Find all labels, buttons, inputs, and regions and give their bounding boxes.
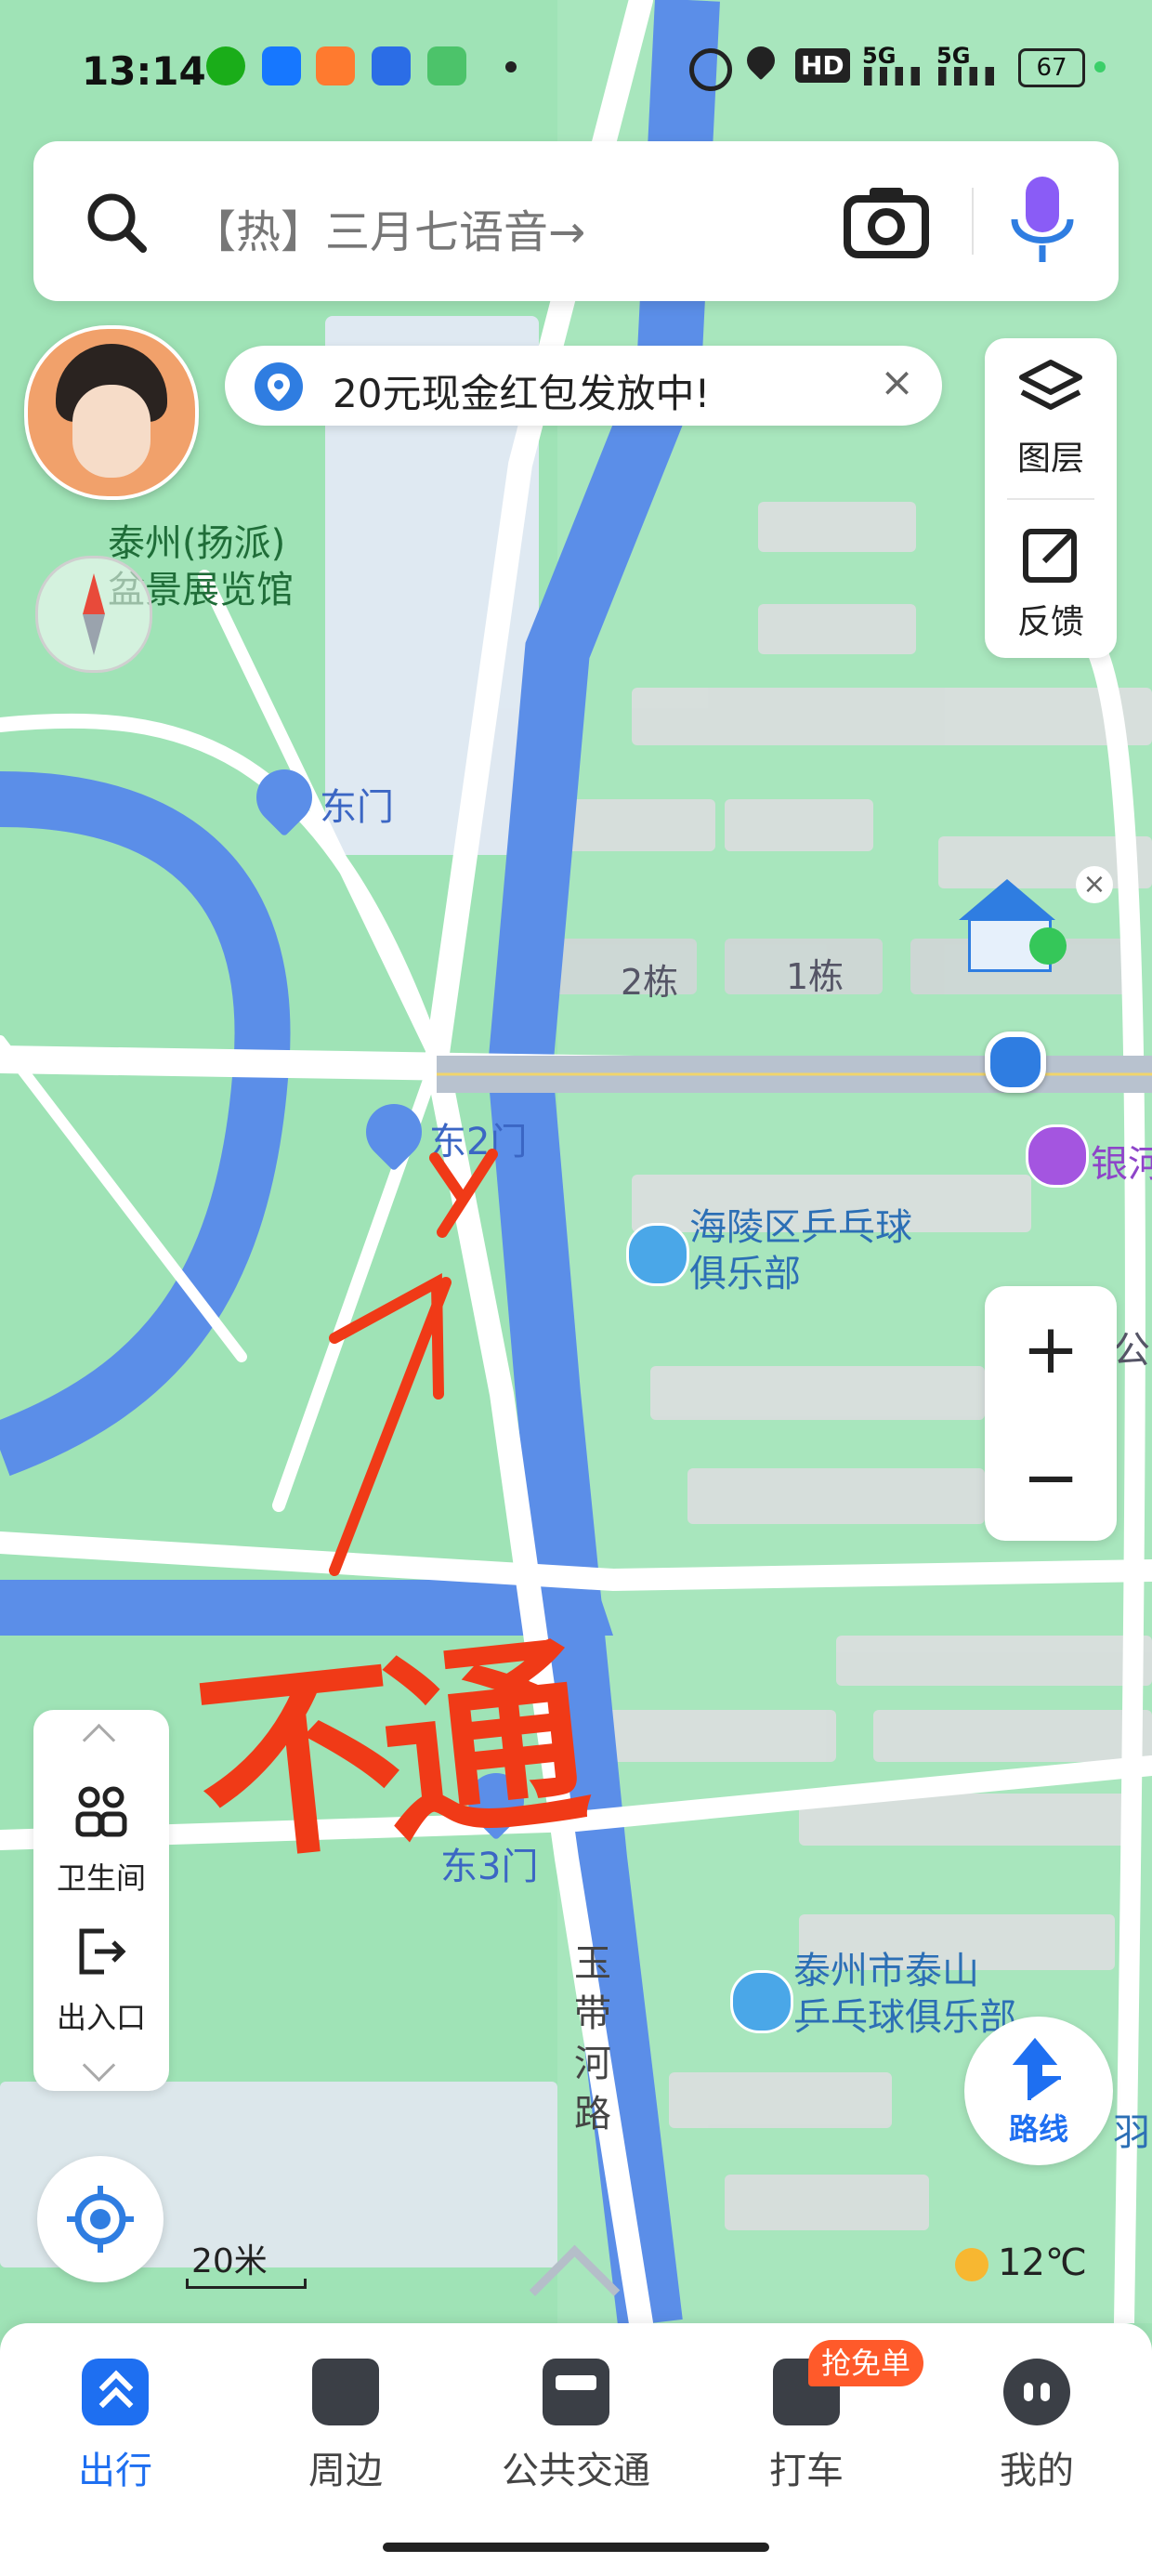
wechat-icon	[206, 46, 245, 85]
locate-button[interactable]	[37, 2156, 164, 2282]
feedback-button[interactable]: 反馈	[985, 502, 1117, 658]
toilet-label: 卫生间	[56, 1860, 146, 1896]
crosshair-icon	[67, 2186, 134, 2253]
facility-filter-panel: 卫生间 出入口	[33, 1710, 169, 2091]
signal-bars-icon	[864, 67, 920, 85]
sun-icon	[955, 2248, 988, 2281]
alipay-icon	[262, 46, 301, 85]
tab-nearby[interactable]: 周边	[230, 2323, 461, 2509]
promo-banner[interactable]: 20元现金红包发放中! ×	[225, 346, 942, 426]
compass-icon[interactable]	[35, 556, 152, 673]
clock: 13:14	[82, 48, 206, 94]
camera-icon[interactable]	[844, 184, 929, 258]
annotation-text: 不通	[185, 1616, 581, 1893]
location-icon	[740, 40, 781, 81]
tab-travel[interactable]: 出行	[0, 2323, 230, 2509]
tab-label: 公共交通	[502, 2450, 650, 2492]
avatar[interactable]	[24, 325, 199, 500]
microphone-icon[interactable]	[1005, 173, 1080, 269]
meituan-icon	[316, 46, 355, 85]
tab-label: 出行	[78, 2450, 152, 2492]
signal-5g-label: 5G	[936, 43, 971, 69]
hd-badge: HD	[795, 48, 850, 83]
promo-badge: 抢免单	[808, 2340, 924, 2386]
close-icon[interactable]: ×	[880, 359, 914, 406]
map-scale-label: 20米	[191, 2242, 268, 2280]
entrance-label: 出入口	[56, 2000, 146, 2035]
temperature: 12℃	[998, 2241, 1087, 2284]
route-label: 路线	[1008, 2111, 1068, 2147]
route-arrow-icon	[1012, 2037, 1061, 2100]
divider	[1007, 498, 1094, 500]
charging-dot-icon	[1094, 61, 1106, 72]
tab-label: 我的	[1000, 2450, 1074, 2492]
search-icon	[87, 193, 147, 253]
zoom-out-button[interactable]: −	[985, 1414, 1117, 1541]
entrance-icon	[79, 1928, 126, 1975]
search-bar[interactable]: 【热】三月七语音→	[33, 141, 1119, 301]
toilet-button[interactable]: 卫生间	[33, 1775, 169, 1905]
tab-label: 打车	[769, 2450, 844, 2492]
entrance-button[interactable]: 出入口	[33, 1920, 169, 2050]
location-pin-icon	[255, 362, 303, 411]
profile-icon	[1003, 2359, 1070, 2425]
map-tools-panel: 图层 反馈	[985, 338, 1117, 658]
travel-icon	[82, 2359, 149, 2425]
zoom-controls: + −	[985, 1286, 1117, 1541]
layers-icon	[1019, 360, 1082, 410]
alarm-icon	[689, 48, 732, 91]
bus-icon	[543, 2359, 609, 2425]
weather[interactable]: 12℃	[955, 2241, 1087, 2284]
map-scale-bar	[186, 2279, 307, 2289]
signal-bars-icon	[938, 67, 994, 85]
dot-icon	[505, 61, 517, 72]
home-app-icon	[427, 46, 466, 85]
chevron-down-icon[interactable]	[82, 2048, 116, 2083]
battery-icon: 67	[1018, 48, 1085, 87]
layers-button[interactable]: 图层	[985, 338, 1117, 496]
signal-5g-label: 5G	[862, 43, 897, 69]
tab-transit[interactable]: 公共交通	[461, 2323, 691, 2509]
tab-label: 周边	[308, 2450, 383, 2492]
nearby-icon	[312, 2359, 379, 2425]
home-indicator	[383, 2543, 769, 2552]
bottom-tab-bar: 出行 周边 公共交通 打车 我的	[0, 2323, 1152, 2576]
tab-mine[interactable]: 我的	[922, 2323, 1152, 2509]
feedback-icon	[1023, 529, 1077, 583]
toilet-icon	[75, 1786, 127, 1837]
avatar-face	[72, 385, 151, 478]
promo-text: 20元现金红包发放中!	[333, 371, 711, 416]
search-input[interactable]: 【热】三月七语音→	[191, 195, 585, 260]
app-m-icon	[372, 46, 411, 85]
status-bar: 13:14 HD 5G 5G 67	[0, 0, 1152, 139]
chevron-up-icon[interactable]	[82, 1723, 116, 1757]
feedback-label: 反馈	[1016, 603, 1084, 641]
layers-label: 图层	[1016, 440, 1084, 478]
zoom-in-button[interactable]: +	[985, 1286, 1117, 1413]
divider	[972, 188, 974, 255]
route-button[interactable]: 路线	[964, 2017, 1113, 2165]
